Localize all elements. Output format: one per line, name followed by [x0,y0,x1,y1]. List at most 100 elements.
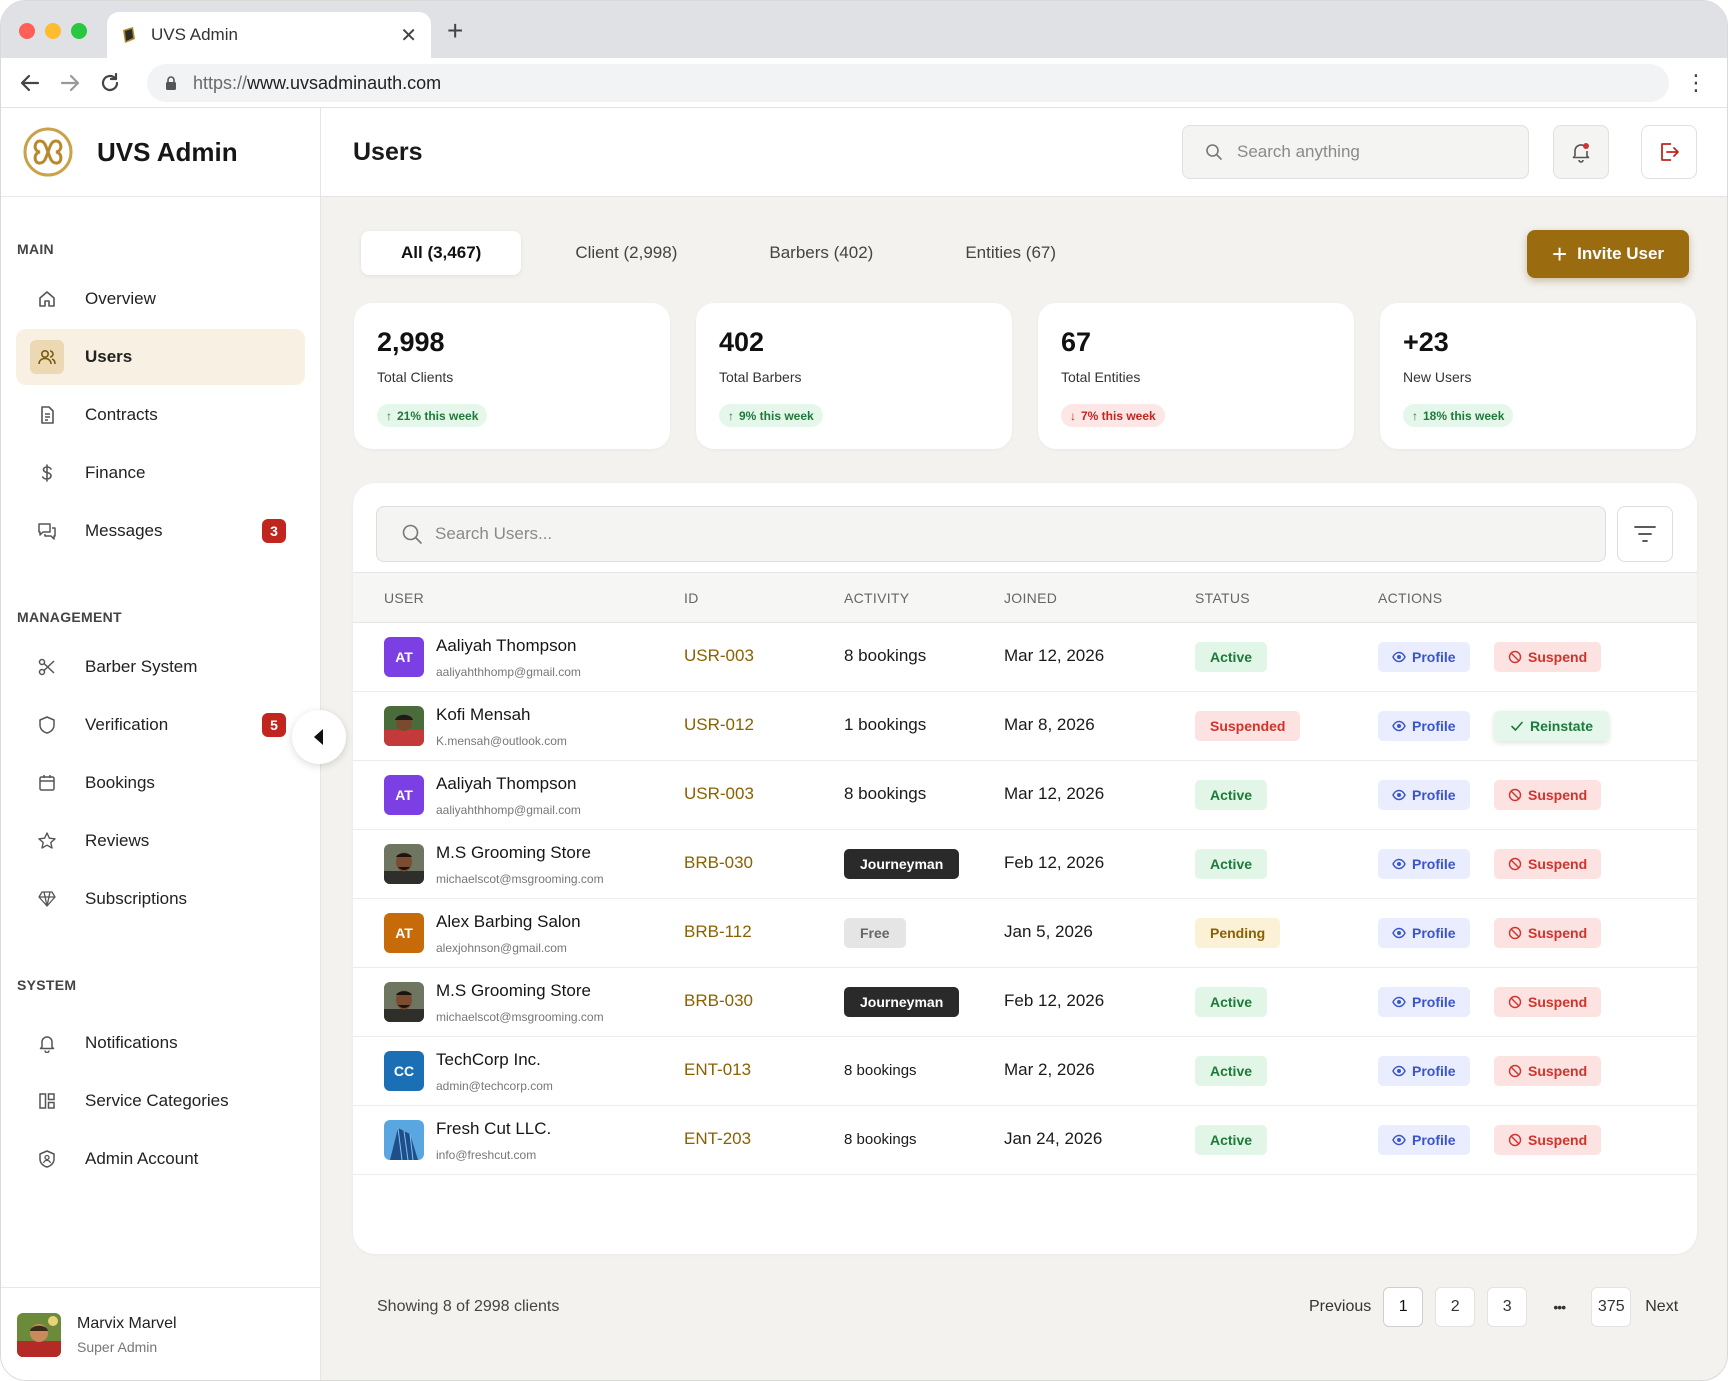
sidebar-item-label: Finance [85,463,146,482]
profile-button[interactable]: Profile [1378,918,1470,948]
activity-text: 8 bookings [844,1131,917,1148]
shield-icon [36,714,58,736]
user-id[interactable]: USR-012 [684,715,754,735]
browser-tab[interactable]: UVS Admin ✕ [107,12,431,58]
sidebar-item-messages[interactable]: Messages 3 [16,503,305,559]
eye-icon [1392,1134,1406,1146]
browser-toolbar: https://www.uvsadminauth.com ⋮ [1,58,1727,108]
stat-card-total-barbers: 402 Total Barbers ↑ 9% this week [696,303,1012,449]
sidebar-item-notifications[interactable]: Notifications [16,1015,305,1071]
next-page-button[interactable]: Next [1645,1287,1678,1327]
user-email: aaliyahthhomp@gmail.com [436,803,581,817]
invite-user-label: Invite User [1577,244,1665,263]
plan-badge: Free [844,918,906,948]
close-window-button[interactable] [19,23,35,39]
users-search-input[interactable]: Search Users... [376,506,1606,562]
joined-date: Mar 8, 2026 [1004,715,1095,734]
sidebar-item-bookings[interactable]: Bookings [16,755,305,811]
sidebar-item-users[interactable]: Users [16,329,305,385]
sidebar-item-barber-system[interactable]: Barber System [16,639,305,695]
browser-window: UVS Admin ✕ + https://www.uvsadminauth.c… [0,0,1728,1381]
bell-alert-icon [1572,143,1590,163]
filter-button[interactable] [1617,506,1673,562]
page-button-3[interactable]: 3 [1487,1287,1528,1327]
sidebar-item-overview[interactable]: Overview [16,271,305,327]
profile-button[interactable]: Profile [1378,711,1470,741]
stat-change-badge: ↓ 7% this week [1061,404,1165,427]
sidebar-item-finance[interactable]: Finance [16,445,305,501]
profile-button[interactable]: Profile [1378,642,1470,672]
back-icon[interactable] [19,72,41,94]
forward-icon[interactable] [59,72,81,94]
user-id[interactable]: USR-003 [684,646,754,666]
profile-label: Profile [1412,787,1456,803]
reload-icon[interactable] [99,72,121,94]
suspend-button[interactable]: Suspend [1494,918,1602,948]
status-badge: Pending [1195,918,1281,948]
close-tab-icon[interactable]: ✕ [400,23,417,48]
tab-all[interactable]: All (3,467) [361,231,522,275]
address-bar[interactable]: https://www.uvsadminauth.com [147,64,1669,102]
table-row: AT Aaliyah Thompson aaliyahthhomp@gmail.co… [353,761,1697,830]
sidebar-item-label: Admin Account [85,1149,199,1168]
reinstate-button[interactable]: Reinstate [1494,711,1610,741]
profile-button[interactable]: Profile [1378,780,1470,810]
profile-button[interactable]: Profile [1378,987,1470,1017]
tab-barbers[interactable]: Barbers (402) [729,231,913,275]
joined-date: Mar 12, 2026 [1004,646,1105,665]
notifications-button[interactable] [1553,125,1609,179]
new-tab-button[interactable]: + [447,15,463,47]
previous-page-button[interactable]: Previous [1309,1287,1371,1327]
suspend-button[interactable]: Suspend [1494,987,1602,1017]
table-row: AT Alex Barbing Salon alexjohnson@gmail.co… [353,899,1697,968]
collapse-sidebar-button[interactable] [292,710,346,764]
invite-user-button[interactable]: + Invite User [1527,230,1689,278]
logout-button[interactable] [1641,125,1697,179]
arrow-up-icon: ↑ [728,408,734,423]
user-id[interactable]: ENT-013 [684,1060,751,1080]
current-user[interactable]: Marvix Marvel Super Admin [1,1287,321,1380]
tab-client[interactable]: Client (2,998) [535,231,717,275]
stat-label: New Users [1403,369,1472,385]
joined-date: Jan 5, 2026 [1004,922,1093,941]
profile-button[interactable]: Profile [1378,1056,1470,1086]
activity-text: 1 bookings [844,715,927,734]
tab-entities[interactable]: Entities (67) [925,231,1096,275]
user-id[interactable]: BRB-030 [684,853,753,873]
user-id[interactable]: BRB-030 [684,991,753,1011]
sidebar-item-admin-account[interactable]: Admin Account [16,1131,305,1187]
avatar [384,1120,424,1160]
dollar-icon [36,462,58,484]
profile-button[interactable]: Profile [1378,1125,1470,1155]
user-id[interactable]: BRB-112 [684,922,752,942]
shield-user-icon [36,1148,58,1170]
arrow-down-icon: ↓ [1070,408,1076,423]
home-icon [36,288,58,310]
suspend-button[interactable]: Suspend [1494,1125,1602,1155]
browser-tabbar: UVS Admin ✕ + [1,1,1727,58]
minimize-window-button[interactable] [45,23,61,39]
user-id[interactable]: ENT-203 [684,1129,751,1149]
page-button-2[interactable]: 2 [1435,1287,1476,1327]
profile-button[interactable]: Profile [1378,849,1470,879]
sidebar-item-service-categories[interactable]: Service Categories [16,1073,305,1129]
sidebar-item-subscriptions[interactable]: Subscriptions [16,871,305,927]
sidebar-item-label: Reviews [85,831,150,850]
suspend-button[interactable]: Suspend [1494,1056,1602,1086]
user-id[interactable]: USR-003 [684,784,754,804]
suspend-button[interactable]: Suspend [1494,849,1602,879]
sidebar-item-contracts[interactable]: Contracts [16,387,305,443]
global-search-input[interactable]: Search anything [1182,125,1529,179]
showing-count: Showing 8 of 2998 clients [377,1298,560,1315]
maximize-window-button[interactable] [71,23,87,39]
suspend-button[interactable]: Suspend [1494,780,1602,810]
page-button-1[interactable]: 1 [1383,1287,1424,1327]
page-button-375[interactable]: 375 [1591,1287,1632,1327]
user-name: Kofi Mensah [436,705,531,724]
browser-menu-icon[interactable]: ⋮ [1685,70,1707,96]
suspend-label: Suspend [1528,925,1588,941]
profile-label: Profile [1412,856,1456,872]
sidebar-item-verification[interactable]: Verification 5 [16,697,305,753]
suspend-button[interactable]: Suspend [1494,642,1602,672]
sidebar-item-reviews[interactable]: Reviews [16,813,305,869]
